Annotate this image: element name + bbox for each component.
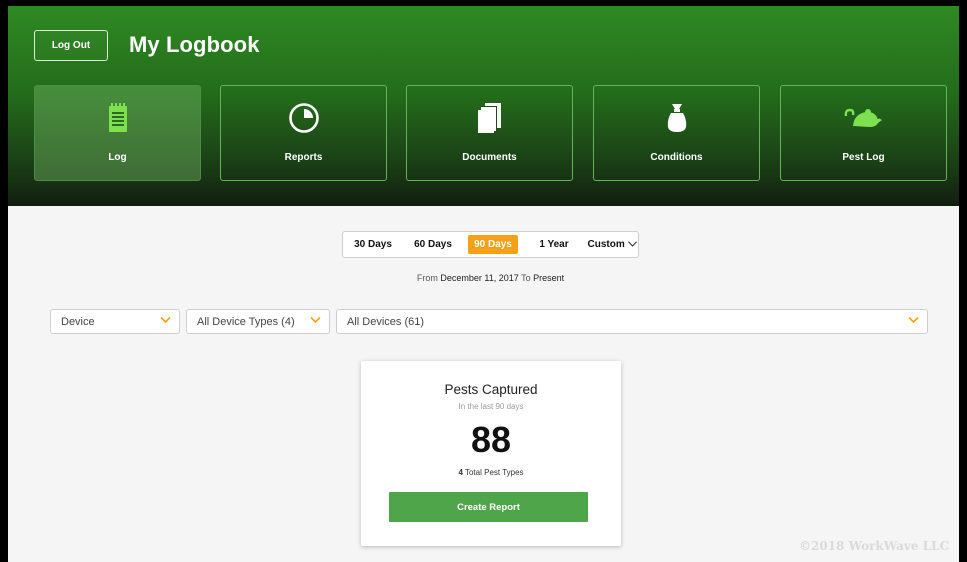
device-types-dropdown[interactable]: All Device Types (4) [186, 309, 330, 334]
from-date: December 11, 2017 [440, 273, 519, 283]
pest-types-summary: 4 Total Pest Types [361, 468, 621, 477]
card-subtitle: In the last 90 days [458, 402, 524, 411]
chevron-down-icon [310, 315, 321, 327]
pest-types-count: 4 [458, 468, 463, 477]
rodent-icon [781, 100, 946, 136]
pest-count: 88 [470, 419, 512, 460]
nav-label: Documents [462, 152, 517, 163]
nav-tile-log[interactable]: Log [34, 85, 201, 181]
create-report-button[interactable]: Create Report [389, 492, 588, 522]
header: Log Out My Logbook Log Reports Documents… [8, 6, 959, 206]
card-title: Pests Captured [444, 382, 538, 397]
chevron-down-icon [908, 315, 919, 327]
copyright-watermark: ©2018 WorkWave LLC [799, 539, 950, 553]
device-dropdown[interactable]: Device [50, 309, 180, 334]
nav-tile-reports[interactable]: Reports [220, 85, 387, 181]
range-custom[interactable]: Custom [586, 235, 638, 254]
pest-types-label: Total Pest Types [464, 468, 524, 477]
devices-dropdown[interactable]: All Devices (61) [336, 309, 928, 334]
nav-tile-conditions[interactable]: Conditions [593, 85, 760, 181]
device-types-value: All Device Types (4) [197, 315, 295, 328]
nav-label: Reports [284, 152, 323, 163]
devices-value: All Devices (61) [347, 315, 425, 328]
page-title: My Logbook [129, 32, 260, 57]
notepad-icon [35, 100, 200, 136]
bag-icon [594, 100, 759, 136]
nav-tile-documents[interactable]: Documents [406, 85, 573, 181]
nav-label: Pest Log [842, 152, 885, 163]
range-1-year[interactable]: 1 Year [531, 235, 577, 254]
to-label: To [521, 273, 531, 283]
chevron-down-icon [627, 239, 637, 250]
range-30-days[interactable]: 30 Days [350, 235, 396, 254]
pie-chart-icon [221, 100, 386, 136]
pests-captured-card: Pests Captured In the last 90 days 88 4 … [361, 361, 621, 546]
logout-button[interactable]: Log Out [34, 30, 108, 61]
device-dropdown-value: Device [61, 315, 95, 328]
nav-label: Conditions [650, 152, 703, 163]
date-range-text: From December 11, 2017 To Present [342, 273, 639, 283]
documents-icon [407, 100, 572, 136]
range-60-days[interactable]: 60 Days [410, 235, 456, 254]
from-prefix: From [416, 273, 438, 283]
nav-label: Log [108, 152, 127, 163]
to-value: Present [533, 273, 565, 283]
app-window: Log Out My Logbook Log Reports Documents… [0, 0, 967, 562]
nav-tile-pest-log[interactable]: Pest Log [780, 85, 947, 181]
chevron-down-icon [160, 315, 171, 327]
range-90-days[interactable]: 90 Days [468, 235, 518, 254]
date-range-selector: 30 Days 60 Days 90 Days 1 Year Custom [342, 231, 639, 258]
range-custom-label: Custom [587, 239, 625, 250]
main-content: 30 Days 60 Days 90 Days 1 Year Custom Fr… [8, 206, 959, 562]
